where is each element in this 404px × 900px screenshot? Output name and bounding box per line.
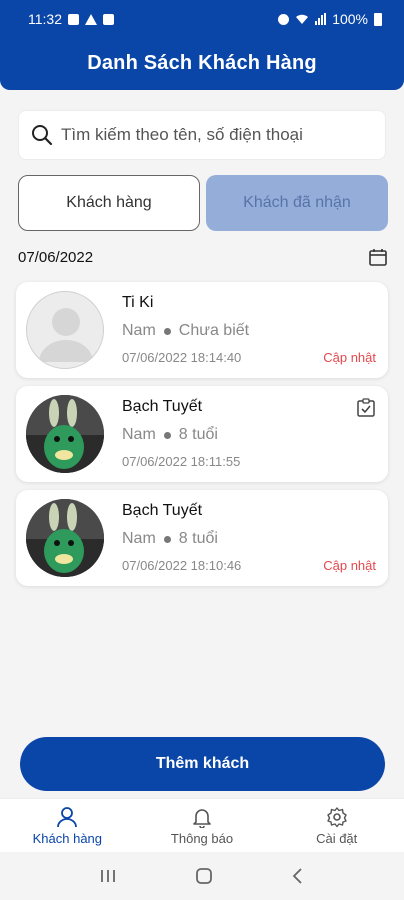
- customer-gender: Nam: [122, 322, 156, 339]
- recent-apps-icon[interactable]: [99, 868, 117, 884]
- customer-name: Ti Ki: [122, 294, 154, 311]
- default-avatar: [26, 291, 104, 369]
- signal-icon: [315, 13, 327, 25]
- home-icon[interactable]: [195, 867, 213, 885]
- page-title: Danh Sách Khách Hàng: [87, 51, 317, 74]
- image-notification-icon: [68, 13, 79, 25]
- customer-gender: Nam: [122, 530, 156, 547]
- customer-meta: Nam Chưa biết: [122, 322, 249, 340]
- calendar-icon[interactable]: [368, 247, 388, 267]
- customer-card[interactable]: Ti Ki Nam Chưa biết 07/06/2022 18:14:40 …: [16, 282, 388, 378]
- bell-icon: [193, 808, 211, 828]
- status-bar: 11:32 100%: [0, 0, 404, 38]
- nav-item-settings[interactable]: Cài đặt: [269, 799, 404, 852]
- customer-card[interactable]: Bạch Tuyết Nam 8 tuổi 07/06/2022 18:11:5…: [16, 386, 388, 482]
- search-bar[interactable]: [18, 110, 386, 160]
- photo-avatar: [26, 499, 104, 577]
- alarm-icon: [278, 13, 290, 25]
- check-notification-icon: [103, 13, 114, 25]
- nav-item-notifications[interactable]: Thông báo: [135, 799, 270, 852]
- customer-timestamp: 07/06/2022 18:14:40: [122, 350, 242, 365]
- bottom-nav: Khách hàng Thông báo Cài đặt: [0, 798, 404, 852]
- separator-dot: [163, 535, 171, 543]
- system-nav-bar: [0, 852, 404, 900]
- battery-percent: 100%: [332, 11, 368, 27]
- nav-item-label: Thông báo: [170, 830, 234, 846]
- battery-icon: [374, 12, 382, 26]
- update-link[interactable]: Cập nhật: [323, 350, 376, 365]
- separator-dot: [163, 431, 171, 439]
- app-header: 11:32 100% Danh Sách Khách Hàng: [0, 0, 404, 90]
- search-input[interactable]: [61, 125, 381, 145]
- add-customer-button[interactable]: Thêm khách: [20, 737, 385, 791]
- tab-customers[interactable]: Khách hàng: [18, 175, 200, 231]
- update-link[interactable]: Cập nhật: [323, 558, 376, 573]
- back-icon[interactable]: [291, 867, 305, 885]
- clipboard-check-icon: [357, 398, 375, 417]
- nav-item-customers[interactable]: Khách hàng: [0, 799, 135, 852]
- customer-name: Bạch Tuyết: [122, 398, 203, 415]
- photo-avatar: [26, 395, 104, 473]
- customer-age: 8 tuổi: [178, 530, 218, 547]
- nav-item-label: Cài đặt: [316, 830, 358, 846]
- customer-gender: Nam: [122, 426, 156, 443]
- warning-notification-icon: [85, 13, 97, 25]
- customer-name: Bạch Tuyết: [122, 502, 203, 519]
- user-icon: [57, 806, 78, 827]
- selected-date: 07/06/2022: [18, 248, 94, 266]
- status-time: 11:32: [28, 11, 62, 27]
- customer-meta: Nam 8 tuổi: [122, 426, 218, 444]
- date-filter-row: 07/06/2022: [18, 245, 388, 269]
- gear-icon: [326, 806, 347, 827]
- customer-timestamp: 07/06/2022 18:11:55: [122, 454, 241, 469]
- customer-meta: Nam 8 tuổi: [122, 530, 218, 548]
- customer-age: Chưa biết: [178, 322, 250, 339]
- customer-age: 8 tuổi: [178, 426, 218, 443]
- nav-item-label: Khách hàng: [32, 830, 103, 846]
- customer-timestamp: 07/06/2022 18:10:46: [122, 558, 242, 573]
- customer-card[interactable]: Bạch Tuyết Nam 8 tuổi 07/06/2022 18:10:4…: [16, 490, 388, 586]
- search-icon: [32, 125, 53, 146]
- wifi-icon: [296, 14, 309, 24]
- tab-received-customers[interactable]: Khách đã nhận: [206, 175, 388, 231]
- separator-dot: [163, 327, 171, 335]
